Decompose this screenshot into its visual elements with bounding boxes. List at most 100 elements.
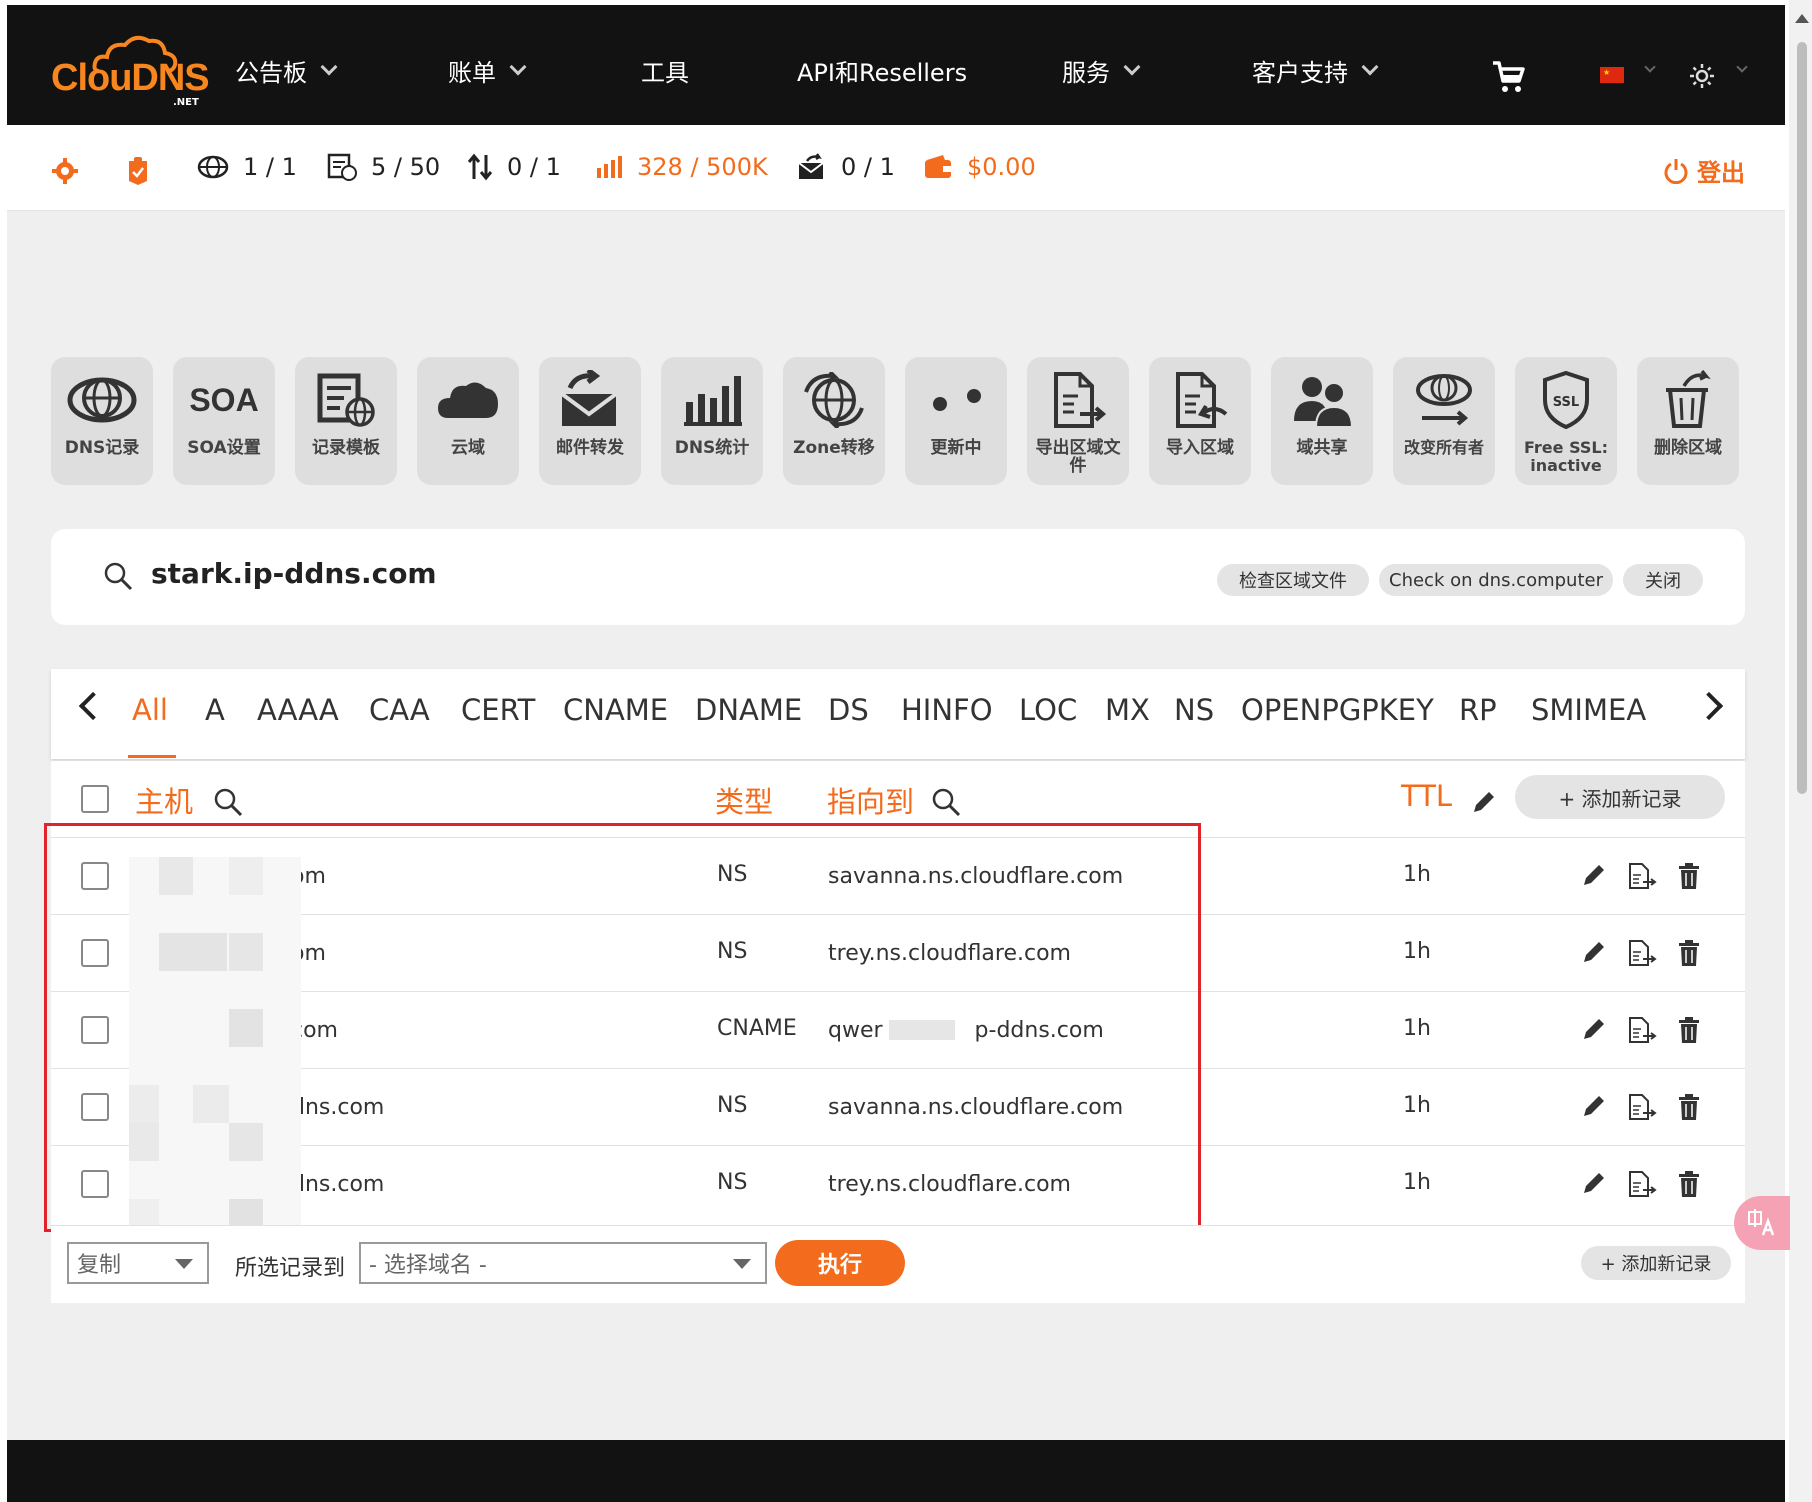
- tool-dns-records[interactable]: DNS记录: [51, 357, 153, 485]
- export-file-icon[interactable]: [1627, 1016, 1657, 1044]
- select-all-checkbox[interactable]: [81, 785, 109, 813]
- chevron-down-icon: [1123, 58, 1141, 75]
- tab-a[interactable]: A: [205, 693, 225, 727]
- bulk-action-select[interactable]: 复制: [67, 1242, 209, 1284]
- search-icon[interactable]: [103, 561, 133, 591]
- header-type: 类型: [715, 785, 774, 819]
- tool-delete-zone[interactable]: 删除区域: [1637, 357, 1739, 485]
- nav-bulletin[interactable]: 公告板: [235, 53, 338, 88]
- tab-mx[interactable]: MX: [1105, 693, 1150, 727]
- stat-balance[interactable]: $0.00: [923, 153, 1036, 181]
- domain-header: stark.ip-ddns.com 检查区域文件 Check on dns.co…: [51, 529, 1745, 625]
- edit-pencil-icon[interactable]: [1581, 1016, 1607, 1042]
- tab-ns[interactable]: NS: [1174, 693, 1214, 727]
- delete-trash-icon[interactable]: [1677, 1170, 1701, 1198]
- tool-export-zone[interactable]: 导出区域文件: [1027, 357, 1129, 485]
- china-flag-icon[interactable]: ★: [1600, 67, 1624, 83]
- logo-text: ClouDNS: [51, 57, 210, 99]
- dropdown-arrow-icon: [733, 1259, 751, 1269]
- scrollbar-thumb[interactable]: [1797, 42, 1807, 794]
- nav-tools[interactable]: 工具: [641, 53, 689, 88]
- export-file-icon[interactable]: [1627, 1093, 1657, 1121]
- chevron-left-icon[interactable]: [78, 691, 108, 721]
- add-record-button-bottom[interactable]: + 添加新记录: [1581, 1246, 1731, 1280]
- check-zone-file-button[interactable]: 检查区域文件: [1217, 564, 1369, 596]
- badge-check-icon[interactable]: [125, 155, 151, 185]
- tab-aaaa[interactable]: AAAA: [257, 693, 339, 727]
- tool-label: DNS统计: [674, 438, 750, 458]
- check-dns-computer-button[interactable]: Check on dns.computer: [1379, 564, 1613, 596]
- tool-label: Zone转移: [793, 438, 875, 458]
- account-stats-bar: 1 / 1 5 / 50 0 / 1 328 / 500K 0 / 1 $0.0…: [7, 125, 1785, 211]
- add-record-button-top[interactable]: + 添加新记录: [1515, 775, 1725, 819]
- tool-soa-settings[interactable]: SOA SOA设置: [173, 357, 275, 485]
- search-icon[interactable]: [213, 787, 243, 817]
- header-points-to: 指向到: [827, 785, 915, 819]
- tab-openpgpkey[interactable]: OPENPGPKEY: [1241, 693, 1434, 727]
- edit-pencil-icon[interactable]: [1581, 1170, 1607, 1196]
- nav-support[interactable]: 客户支持: [1252, 53, 1379, 88]
- tool-domain-sharing[interactable]: 域共享: [1271, 357, 1373, 485]
- scroll-up-arrow-icon[interactable]: [1795, 14, 1809, 23]
- power-icon: [1664, 158, 1688, 184]
- export-file-icon[interactable]: [1627, 862, 1657, 890]
- nav-api-resellers[interactable]: API和Resellers: [797, 53, 967, 88]
- tab-hinfo[interactable]: HINFO: [901, 693, 993, 727]
- tab-dname[interactable]: DNAME: [695, 693, 802, 727]
- translate-icon[interactable]: [1734, 1196, 1790, 1250]
- row-actions: [1581, 939, 1701, 967]
- edit-pencil-icon[interactable]: [1581, 862, 1607, 888]
- tool-change-owner[interactable]: 改变所有者: [1393, 357, 1495, 485]
- nav-services[interactable]: 服务: [1062, 53, 1141, 88]
- tab-caa[interactable]: CAA: [369, 693, 430, 727]
- tool-mail-forwarding[interactable]: 邮件转发: [539, 357, 641, 485]
- tool-dns-statistics[interactable]: DNS统计: [661, 357, 763, 485]
- tool-label: Free SSL: inactive: [1524, 438, 1608, 475]
- page: ClouDNS .NET 公告板 账单 工具 API和Resellers 服务 …: [7, 5, 1785, 1502]
- export-file-icon[interactable]: [1627, 939, 1657, 967]
- tool-zone-transfer[interactable]: Zone转移: [783, 357, 885, 485]
- tab-cert[interactable]: CERT: [461, 693, 535, 727]
- tab-ds[interactable]: DS: [828, 693, 869, 727]
- users-icon: [1294, 377, 1352, 427]
- tab-smimea[interactable]: SMIMEA: [1531, 693, 1646, 727]
- cloudns-logo[interactable]: ClouDNS .NET: [51, 33, 210, 113]
- tab-all[interactable]: All: [132, 693, 168, 727]
- row-ttl: 1h: [1403, 1093, 1431, 1118]
- edit-pencil-icon[interactable]: [1581, 939, 1607, 965]
- execute-button[interactable]: 执行: [775, 1240, 905, 1286]
- tool-label: 导出区域文件: [1035, 438, 1121, 476]
- svg-text:SSL: SSL: [1553, 395, 1579, 410]
- settings-gear-icon[interactable]: [51, 157, 79, 185]
- tool-updating[interactable]: 更新中: [905, 357, 1007, 485]
- logout-button[interactable]: 登出: [1663, 153, 1745, 188]
- delete-trash-icon[interactable]: [1677, 1093, 1701, 1121]
- sun-icon[interactable]: [1689, 63, 1715, 89]
- bar-chart-icon: [597, 156, 622, 178]
- nav-billing[interactable]: 账单: [448, 53, 527, 88]
- delete-trash-icon[interactable]: [1677, 1016, 1701, 1044]
- delete-trash-icon[interactable]: [1677, 939, 1701, 967]
- search-icon[interactable]: [931, 787, 961, 817]
- export-file-icon[interactable]: [1627, 1170, 1657, 1198]
- edit-pencil-icon[interactable]: [1581, 1093, 1607, 1119]
- chevron-right-icon[interactable]: [1694, 691, 1724, 721]
- cart-icon[interactable]: [1491, 59, 1527, 95]
- tool-cloud-domains[interactable]: 云域: [417, 357, 519, 485]
- soa-icon: SOA: [189, 381, 259, 418]
- target-domain-select[interactable]: - 选择域名 -: [359, 1242, 767, 1284]
- close-button[interactable]: 关闭: [1623, 564, 1703, 596]
- tab-cname[interactable]: CNAME: [563, 693, 668, 727]
- row-actions: [1581, 1093, 1701, 1121]
- delete-trash-icon[interactable]: [1677, 862, 1701, 890]
- tab-loc[interactable]: LOC: [1019, 693, 1077, 727]
- tab-rp[interactable]: RP: [1459, 693, 1497, 727]
- chevron-down-icon: [509, 58, 527, 75]
- template-icon: [317, 373, 375, 427]
- tool-record-templates[interactable]: 记录模板: [295, 357, 397, 485]
- tool-import-zone[interactable]: 导入区域: [1149, 357, 1251, 485]
- pencil-icon[interactable]: [1471, 789, 1497, 815]
- stat-queries: 328 / 500K: [595, 153, 768, 181]
- nav-billing-label: 账单: [448, 59, 496, 87]
- tool-free-ssl[interactable]: SSL Free SSL: inactive: [1515, 357, 1617, 485]
